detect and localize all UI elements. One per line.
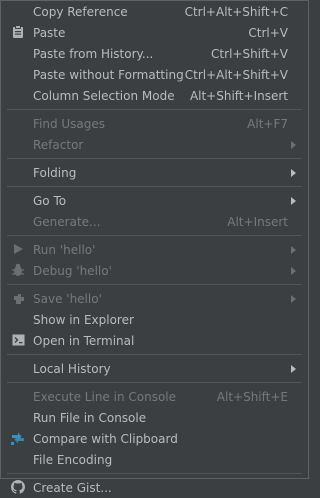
menu-group: Local History [1,358,308,379]
menu-item-debug-hello: Debug 'hello' [1,260,308,281]
menu-item-show-in-explorer[interactable]: Show in Explorer [1,309,308,330]
menu-item-create-gist[interactable]: Create Gist... [1,477,308,498]
submenu-arrow-icon [291,141,296,149]
submenu-arrow-icon [291,246,296,254]
save-config-icon [11,291,25,305]
menu-item-label: Compare with Clipboard [33,431,178,446]
menu-separator [7,382,302,383]
menu-item-label: Create Gist... [33,480,112,495]
menu-item-label: Paste [33,25,66,40]
menu-item-shortcut: Alt+Insert [227,214,288,229]
submenu-arrow-icon [291,197,296,205]
menu-item-execute-line-in-console: Execute Line in Console Alt+Shift+E [1,386,308,407]
menu-separator [7,158,302,159]
menu-separator [7,284,302,285]
menu-item-paste-from-history[interactable]: Paste from History... Ctrl+Shift+V [1,43,308,64]
submenu-arrow-icon [291,169,296,177]
menu-item-label: Folding [33,165,77,180]
menu-item-label: Generate... [33,214,101,229]
menu-item-label: Find Usages [33,116,106,131]
menu-item-label: Run File in Console [33,410,147,425]
menu-item-label: Open in Terminal [33,333,135,348]
menu-item-go-to[interactable]: Go To [1,190,308,211]
menu-item-paste[interactable]: Paste Ctrl+V [1,22,308,43]
terminal-icon [11,333,25,347]
context-menu: Copy Reference Ctrl+Alt+Shift+C Paste Ctrl+… [0,0,309,495]
menu-item-label: Copy Reference [33,4,128,19]
menu-item-shortcut: Alt+F7 [247,116,288,131]
menu-group: Save 'hello' Show in Explorer Open in Term… [1,288,308,351]
menu-item-local-history[interactable]: Local History [1,358,308,379]
menu-item-label: Paste from History... [33,46,154,61]
run-icon [11,242,25,256]
menu-item-open-in-terminal[interactable]: Open in Terminal [1,330,308,351]
menu-item-label: Show in Explorer [33,312,134,327]
github-icon [11,480,25,494]
menu-item-label: Local History [33,361,111,376]
menu-separator [7,473,302,474]
menu-group: Copy Reference Ctrl+Alt+Shift+C Paste Ctrl+… [1,1,308,106]
menu-item-label: Save 'hello' [33,291,102,306]
menu-item-shortcut: Alt+Shift+E [216,389,288,404]
menu-item-save-hello: Save 'hello' [1,288,308,309]
submenu-arrow-icon [291,295,296,303]
menu-item-label: Run 'hello' [33,242,96,257]
menu-item-label: Execute Line in Console [33,389,177,404]
menu-item-paste-without-formatting[interactable]: Paste without Formatting Ctrl+Alt+Shift+V [1,64,308,85]
menu-item-shortcut: Ctrl+V [248,25,288,40]
menu-separator [7,235,302,236]
menu-item-shortcut: Ctrl+Alt+Shift+C [184,4,288,19]
menu-item-label: File Encoding [33,452,113,467]
menu-item-label: Debug 'hello' [33,263,112,278]
debug-icon [11,263,25,277]
menu-group: Find Usages Alt+F7 Refactor [1,113,308,155]
menu-group: Run 'hello' Debug 'hello' [1,239,308,281]
compare-icon [11,431,25,445]
menu-group: Create Gist... [1,477,308,498]
submenu-arrow-icon [291,267,296,275]
submenu-arrow-icon [291,365,296,373]
menu-item-column-selection-mode[interactable]: Column Selection Mode Alt+Shift+Insert [1,85,308,106]
menu-separator [7,109,302,110]
menu-item-compare-with-clipboard[interactable]: Compare with Clipboard [1,428,308,449]
menu-group: Execute Line in Console Alt+Shift+E Run Fi… [1,386,308,470]
menu-item-copy-reference[interactable]: Copy Reference Ctrl+Alt+Shift+C [1,1,308,22]
menu-item-run-file-in-console[interactable]: Run File in Console [1,407,308,428]
menu-item-label: Paste without Formatting [33,67,184,82]
menu-item-run-hello: Run 'hello' [1,239,308,260]
menu-item-find-usages: Find Usages Alt+F7 [1,113,308,134]
menu-separator [7,186,302,187]
menu-item-file-encoding[interactable]: File Encoding [1,449,308,470]
menu-group: Folding [1,162,308,183]
menu-item-shortcut: Alt+Shift+Insert [189,88,288,103]
menu-item-folding[interactable]: Folding [1,162,308,183]
menu-group: Go To Generate... Alt+Insert [1,190,308,232]
menu-separator [7,354,302,355]
menu-item-label: Refactor [33,137,84,152]
menu-item-refactor: Refactor [1,134,308,155]
menu-item-label: Go To [33,193,67,208]
menu-item-shortcut: Ctrl+Alt+Shift+V [184,67,288,82]
clipboard-icon [11,25,25,39]
menu-item-label: Column Selection Mode [33,88,175,103]
menu-item-generate: Generate... Alt+Insert [1,211,308,232]
menu-item-shortcut: Ctrl+Shift+V [211,46,288,61]
